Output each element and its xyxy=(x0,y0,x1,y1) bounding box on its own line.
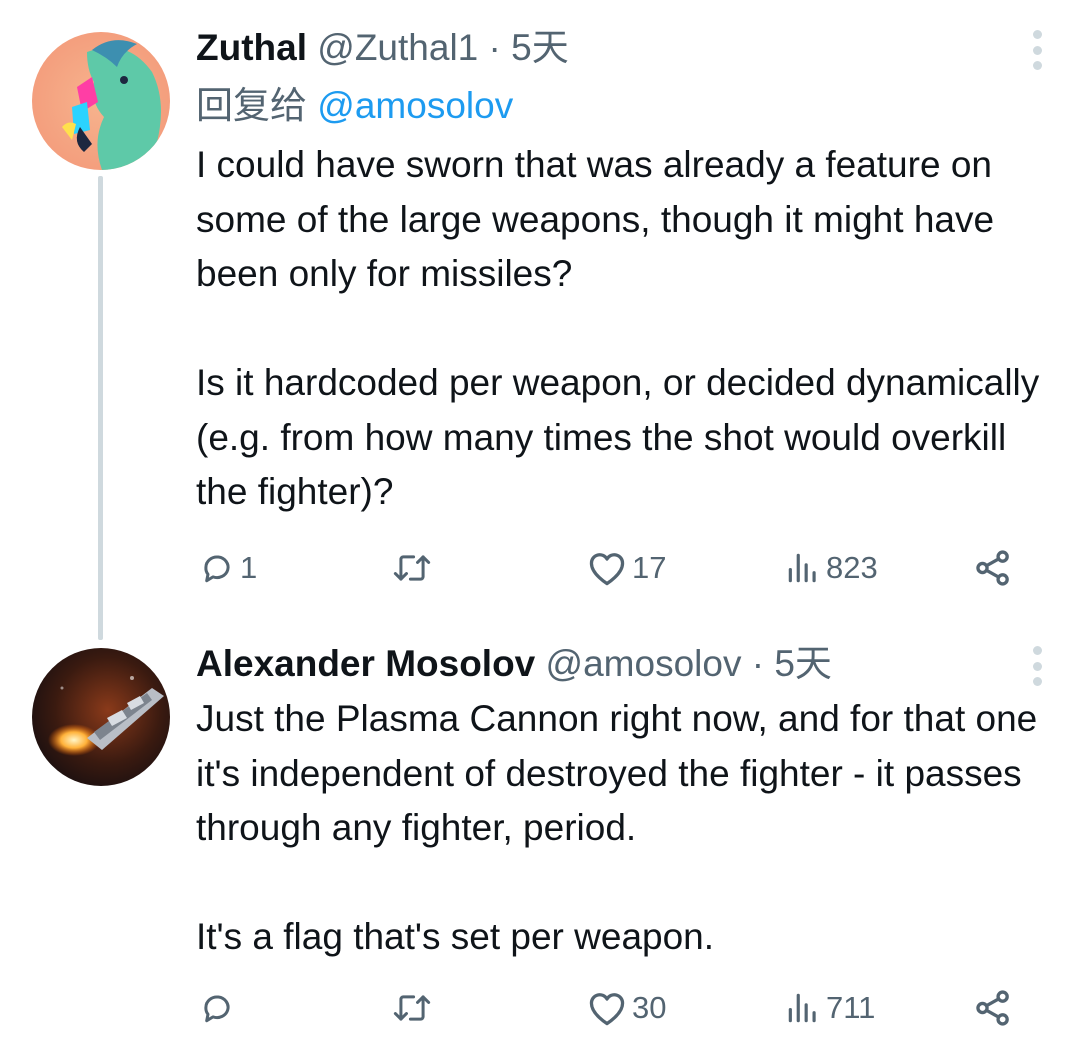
tweet-header: Zuthal @Zuthal1 · 5天 xyxy=(196,26,569,70)
like-count: 30 xyxy=(632,990,667,1025)
retweet-button[interactable] xyxy=(388,543,440,593)
author-handle[interactable]: @Zuthal1 xyxy=(317,27,478,68)
author-handle[interactable]: @amosolov xyxy=(546,643,742,684)
heart-icon xyxy=(589,553,625,586)
avatar[interactable] xyxy=(32,32,170,170)
share-button[interactable] xyxy=(972,543,1014,593)
more-vertical-icon[interactable] xyxy=(1030,646,1044,686)
tweet-paragraph: I could have sworn that was already a fe… xyxy=(196,144,995,294)
separator-dot: · xyxy=(488,27,501,68)
more-vertical-icon[interactable] xyxy=(1030,30,1044,70)
share-button[interactable] xyxy=(972,983,1014,1033)
replying-to: 回复给 @amosolov xyxy=(196,82,513,130)
views-button[interactable]: 711 xyxy=(784,983,875,1033)
heart-icon xyxy=(589,993,625,1026)
spaceship-avatar-icon xyxy=(32,648,170,786)
reply-icon xyxy=(204,555,230,583)
separator-dot: · xyxy=(751,643,765,684)
reply-button[interactable]: 1 xyxy=(198,543,257,593)
action-bar: 1 17 823 xyxy=(0,543,1080,593)
action-bar: 30 711 xyxy=(0,983,1080,1033)
tweet-text: Just the Plasma Cannon right now, and fo… xyxy=(196,692,1056,965)
views-button[interactable]: 823 xyxy=(784,543,878,593)
author-name[interactable]: Alexander Mosolov xyxy=(196,643,535,684)
tweet-header: Alexander Mosolov @amosolov · 5天 xyxy=(196,642,832,686)
retweet-button[interactable] xyxy=(388,983,440,1033)
avatar[interactable] xyxy=(32,648,170,786)
reply-button[interactable] xyxy=(198,983,240,1033)
retweet-icon xyxy=(393,555,431,581)
teal-pony-avatar-icon xyxy=(32,32,170,170)
views-chart-icon xyxy=(788,993,816,1023)
like-count: 17 xyxy=(632,550,667,585)
tweet-amosolov[interactable]: Alexander Mosolov @amosolov · 5天 Just th… xyxy=(0,620,1080,1056)
reply-count: 1 xyxy=(240,550,258,585)
retweet-icon xyxy=(393,995,431,1021)
share-icon xyxy=(976,550,1009,586)
like-button[interactable]: 17 xyxy=(586,543,666,593)
reply-mention-link[interactable]: @amosolov xyxy=(317,85,513,126)
like-button[interactable]: 30 xyxy=(586,983,666,1033)
replying-prefix: 回复给 xyxy=(196,85,307,126)
view-count: 823 xyxy=(826,550,878,585)
reply-icon xyxy=(204,995,230,1023)
share-icon xyxy=(976,990,1009,1026)
author-name[interactable]: Zuthal xyxy=(196,27,307,68)
tweet-text: I could have sworn that was already a fe… xyxy=(196,138,1056,520)
timestamp[interactable]: 5天 xyxy=(774,643,832,684)
views-chart-icon xyxy=(788,553,816,583)
tweet-paragraph: Is it hardcoded per weapon, or decided d… xyxy=(196,362,1040,512)
tweet-paragraph: It's a flag that's set per weapon. xyxy=(196,916,715,957)
timestamp[interactable]: 5天 xyxy=(511,27,569,68)
tweet-paragraph: Just the Plasma Cannon right now, and fo… xyxy=(196,698,1038,848)
tweet-zuthal[interactable]: Zuthal @Zuthal1 · 5天 回复给 @amosolov I cou… xyxy=(0,0,1080,620)
view-count: 711 xyxy=(826,990,876,1025)
